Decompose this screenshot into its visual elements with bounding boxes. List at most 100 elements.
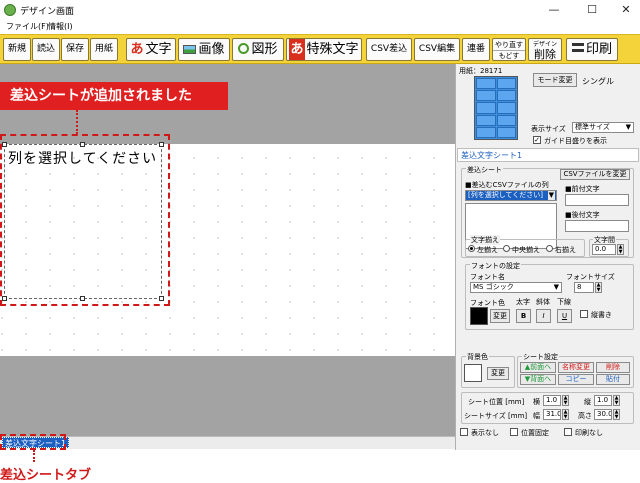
- send-back-button[interactable]: ▼背面へ: [520, 374, 556, 385]
- csv-file-change-button[interactable]: CSVファイルを変更: [560, 169, 630, 180]
- width-label: 幅: [533, 412, 540, 420]
- prefix-input[interactable]: [565, 194, 629, 206]
- paper-label: 用紙：28171: [459, 67, 503, 75]
- font-name-label: フォント名: [470, 273, 505, 281]
- load-button[interactable]: 読込: [32, 38, 60, 61]
- serial-button[interactable]: 連番: [462, 38, 490, 61]
- underline-button[interactable]: U: [557, 309, 572, 323]
- align-center-radio[interactable]: [503, 245, 510, 252]
- paper-button[interactable]: 用紙: [90, 38, 118, 61]
- remove-button[interactable]: 削除: [596, 362, 630, 373]
- copy-button[interactable]: コピー: [558, 374, 594, 385]
- no-print-checkbox[interactable]: [564, 428, 572, 436]
- hide-checkbox[interactable]: [460, 428, 468, 436]
- width-spinner[interactable]: ▲ ▼: [562, 409, 569, 420]
- align-group-label: 文字揃え: [470, 235, 500, 245]
- width-input[interactable]: 31.0: [543, 409, 561, 420]
- prefix-label: ■前付文字: [565, 185, 600, 193]
- insert-sheet-label: 差込シート: [466, 165, 503, 175]
- align-right-radio[interactable]: [546, 245, 553, 252]
- vertical-label: 縦書き: [591, 311, 612, 319]
- csv-column-label: ■差込むCSVファイルの列: [465, 181, 549, 189]
- font-color-change-button[interactable]: 変更: [490, 309, 510, 323]
- position-x-label: 横: [533, 398, 540, 406]
- font-color-swatch[interactable]: [470, 307, 488, 325]
- sheet-title: 差込文字シート1: [461, 151, 523, 160]
- rename-button[interactable]: 名称変更: [558, 362, 594, 373]
- paste-button[interactable]: 貼付: [596, 374, 630, 385]
- position-y-input[interactable]: 1.0: [594, 395, 612, 406]
- bg-color-swatch[interactable]: [464, 364, 482, 382]
- special-text-button[interactable]: あ特殊文字: [286, 38, 362, 61]
- spacing-input[interactable]: 0.0: [592, 244, 616, 255]
- callout-connector: [76, 110, 78, 134]
- shape-button-label: 図形: [251, 42, 278, 57]
- shape-button[interactable]: 図形: [232, 38, 284, 61]
- redo-button[interactable]: やり直す: [493, 40, 525, 50]
- undo-button[interactable]: もどす: [493, 50, 525, 61]
- suffix-input[interactable]: [565, 220, 629, 232]
- bring-front-button[interactable]: ▲前面へ: [520, 362, 556, 373]
- position-y-spinner[interactable]: ▲ ▼: [613, 395, 620, 406]
- bg-color-change-button[interactable]: 変更: [487, 367, 509, 380]
- chevron-down-icon: ▼: [553, 283, 559, 291]
- font-group-label: フォントの設定: [470, 261, 521, 271]
- printer-icon: [571, 43, 584, 52]
- paper-code: 28171: [480, 67, 503, 75]
- csv-column-select[interactable]: [列を選択してください] ▼: [465, 190, 557, 201]
- height-input[interactable]: 30.0: [594, 409, 612, 420]
- align-left-radio[interactable]: [468, 245, 475, 252]
- position-x-input[interactable]: 1.0: [543, 395, 561, 406]
- display-size-select[interactable]: 標準サイズ ▼: [572, 122, 634, 133]
- save-button[interactable]: 保存: [61, 38, 89, 61]
- text-button[interactable]: あ文字: [126, 38, 176, 61]
- mode-change-button[interactable]: モード変更: [533, 73, 577, 87]
- menu-file[interactable]: ファイル(F): [6, 21, 49, 32]
- close-button[interactable]: ✕: [612, 2, 640, 18]
- text-a-icon: あ: [130, 42, 144, 57]
- csv-insert-button[interactable]: CSV差込: [366, 38, 412, 61]
- bold-button[interactable]: B: [516, 309, 531, 323]
- height-label: 高さ: [578, 412, 592, 420]
- image-button[interactable]: 画像: [178, 38, 230, 61]
- frame-highlight: [0, 134, 170, 306]
- image-button-label: 画像: [198, 42, 225, 57]
- align-right-label: 右揃え: [555, 246, 576, 254]
- image-icon: [183, 45, 197, 54]
- chevron-down-icon: ▼: [547, 191, 555, 200]
- height-spinner[interactable]: ▲ ▼: [613, 409, 620, 420]
- suffix-label: ■後付文字: [565, 211, 600, 219]
- new-button[interactable]: 新規: [3, 38, 31, 61]
- callout-connector: [33, 450, 35, 462]
- spacing-spinner[interactable]: ▲ ▼: [617, 244, 624, 255]
- guide-checkbox[interactable]: ✓: [533, 136, 541, 144]
- sheet-settings-label: シート設定: [522, 352, 559, 362]
- display-size-label: 表示サイズ: [531, 125, 566, 133]
- minimize-button[interactable]: —: [540, 2, 568, 18]
- position-x-spinner[interactable]: ▲ ▼: [562, 395, 569, 406]
- sheet-size-label: シートサイズ [mm]: [464, 412, 528, 420]
- maximize-button[interactable]: ☐: [578, 2, 606, 18]
- chevron-down-icon: ▼: [625, 123, 631, 131]
- design-delete-button[interactable]: デザイン 削除: [528, 38, 562, 61]
- print-button[interactable]: 印刷: [566, 38, 618, 61]
- bg-color-label: 背景色: [466, 352, 489, 362]
- font-size-label: フォントサイズ: [566, 273, 615, 281]
- vertical-checkbox[interactable]: [580, 310, 588, 318]
- bold-label: 太字: [516, 298, 530, 306]
- align-center-label: 中央揃え: [512, 246, 540, 254]
- toolbar: 新規 読込 保存 用紙 あ文字 画像 図形 あ特殊文字 CSV差込 CSV編集 …: [0, 34, 640, 64]
- menu-info[interactable]: 情報(I): [48, 21, 73, 32]
- font-size-input[interactable]: 8: [574, 282, 594, 293]
- font-size-spinner[interactable]: ▲ ▼: [595, 282, 602, 293]
- align-left-label: 左揃え: [477, 246, 498, 254]
- italic-label: 斜体: [536, 298, 550, 306]
- position-y-label: 縦: [584, 398, 591, 406]
- csv-edit-button[interactable]: CSV編集: [414, 38, 460, 61]
- font-name-select[interactable]: MS ゴシック ▼: [470, 282, 562, 293]
- special-text-label: 特殊文字: [306, 42, 359, 57]
- lock-position-checkbox[interactable]: [510, 428, 518, 436]
- delete-label: 削除: [534, 48, 556, 61]
- italic-button[interactable]: I: [536, 309, 551, 323]
- window-title: デザイン画面: [20, 7, 75, 17]
